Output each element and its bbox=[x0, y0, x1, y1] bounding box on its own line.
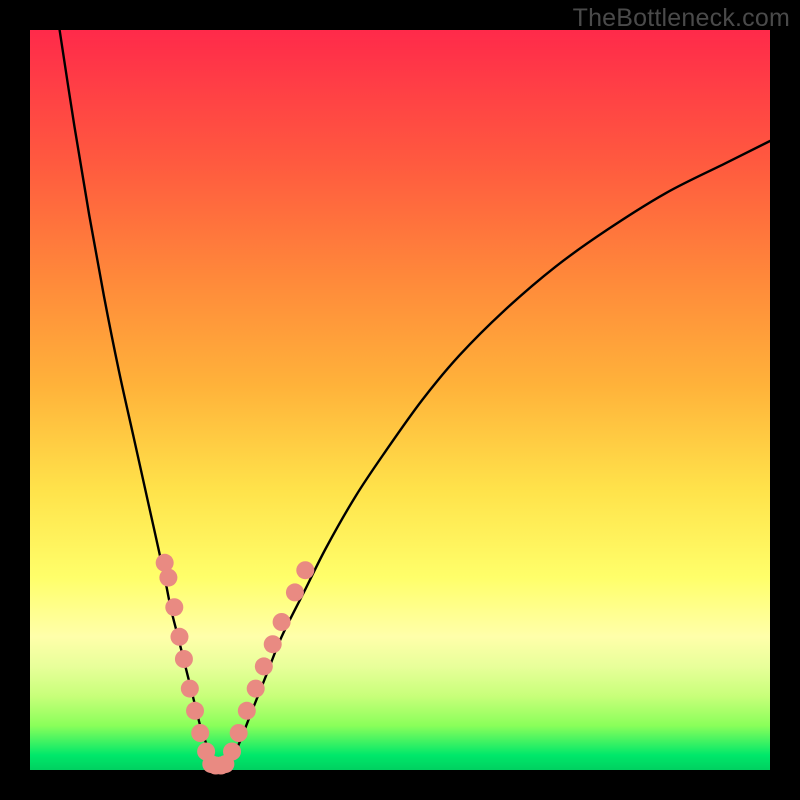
data-marker bbox=[186, 702, 204, 720]
data-marker bbox=[264, 635, 282, 653]
data-marker bbox=[230, 724, 248, 742]
watermark-text: TheBottleneck.com bbox=[573, 4, 790, 33]
data-marker bbox=[247, 680, 265, 698]
data-marker bbox=[191, 724, 209, 742]
marker-group bbox=[156, 554, 315, 775]
data-marker bbox=[181, 680, 199, 698]
data-marker bbox=[238, 702, 256, 720]
data-marker bbox=[165, 598, 183, 616]
plot-area bbox=[30, 30, 770, 770]
data-marker bbox=[255, 657, 273, 675]
data-marker bbox=[170, 628, 188, 646]
curve-svg bbox=[30, 30, 770, 770]
data-marker bbox=[159, 569, 177, 587]
data-marker bbox=[296, 561, 314, 579]
chart-frame: TheBottleneck.com bbox=[0, 0, 800, 800]
data-marker bbox=[175, 650, 193, 668]
right-curve bbox=[226, 141, 770, 766]
data-marker bbox=[223, 743, 241, 761]
data-marker bbox=[273, 613, 291, 631]
data-marker bbox=[286, 583, 304, 601]
